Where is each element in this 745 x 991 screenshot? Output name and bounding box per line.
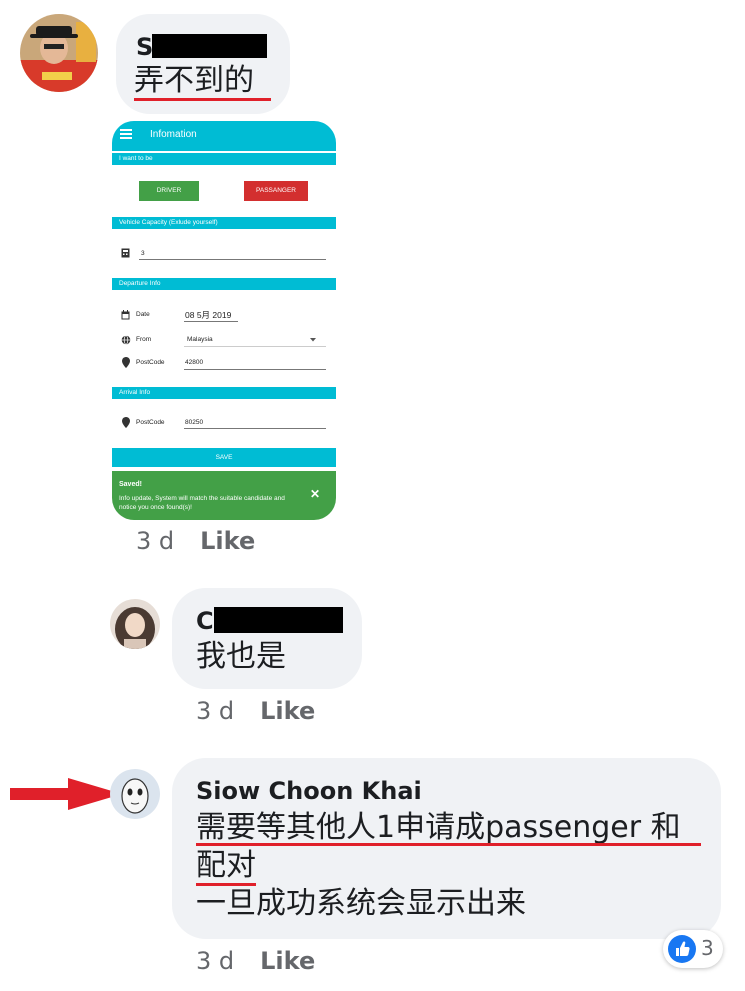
like-link[interactable]: Like — [260, 947, 315, 975]
red-underline — [134, 98, 271, 101]
like-link[interactable]: Like — [200, 527, 255, 555]
red-underline — [196, 843, 701, 846]
reaction-badge[interactable]: 3 — [663, 930, 723, 968]
comment-author[interactable]: Siow Choon Khai — [196, 776, 422, 806]
avatar-image — [110, 769, 160, 819]
comment-author[interactable]: S — [136, 32, 153, 62]
section-header-departure: Departure Info — [112, 278, 336, 290]
avatar-image — [20, 14, 98, 92]
close-icon: ✕ — [309, 487, 320, 501]
avatar[interactable] — [110, 599, 160, 649]
attached-screenshot[interactable]: Infomation I want to be DRIVER PASSANGER… — [112, 121, 336, 520]
passenger-button: PASSANGER — [244, 181, 308, 201]
section-header-arrival: Arrival Info — [112, 387, 336, 399]
like-link[interactable]: Like — [260, 697, 315, 725]
postcode-label: PostCode — [136, 359, 165, 366]
reaction-count: 3 — [701, 936, 714, 960]
date-value: 08 5月 2019 — [185, 310, 232, 320]
arrival-postcode-value: 80250 — [185, 419, 204, 426]
departure-postcode-value: 42800 — [185, 359, 204, 366]
driver-button: DRIVER — [139, 181, 199, 201]
avatar-image — [110, 599, 160, 649]
app-bar: Infomation — [112, 121, 336, 151]
comment-time[interactable]: 3 d — [196, 947, 234, 975]
snackbar-title: Saved! — [119, 481, 142, 488]
section-header-role: I want to be — [112, 153, 336, 165]
red-arrow-annotation — [10, 778, 122, 810]
location-pin-icon — [122, 417, 130, 428]
postcode-label: PostCode — [136, 419, 165, 426]
snackbar-message: Info update, System will match the suita… — [119, 495, 285, 511]
redaction-box — [214, 607, 343, 633]
input-underline — [184, 428, 326, 429]
comment-time[interactable]: 3 d — [196, 697, 234, 725]
menu-icon — [120, 129, 132, 139]
comment-text-line: 一旦成功系统会显示出来 — [196, 886, 526, 921]
comment-author[interactable]: C — [196, 606, 214, 636]
comment-text: 我也是 — [196, 639, 286, 674]
app-title: Infomation — [150, 129, 197, 140]
dropdown-arrow-icon — [310, 338, 316, 342]
date-label: Date — [136, 311, 150, 318]
redaction-box — [152, 34, 267, 58]
calendar-icon — [121, 310, 130, 320]
save-button: SAVE — [112, 448, 336, 467]
comment-text-line: 需要等其他人1申请成passenger 和 — [196, 810, 681, 845]
input-underline — [184, 321, 238, 322]
from-value: Malaysia — [187, 336, 213, 343]
comment-meta: 3 d Like — [196, 947, 315, 975]
capacity-value: 3 — [141, 250, 145, 257]
comment-meta: 3 d Like — [196, 697, 315, 725]
avatar[interactable] — [20, 14, 98, 92]
from-label: From — [136, 336, 152, 343]
input-underline — [184, 369, 326, 370]
avatar[interactable] — [110, 769, 160, 819]
input-underline — [139, 259, 326, 260]
comment-text: 弄不到的 — [134, 63, 254, 98]
comment-meta: 3 d Like — [136, 527, 255, 555]
comment-text-line: 配对 — [196, 848, 256, 883]
location-pin-icon — [122, 357, 130, 368]
comment-time[interactable]: 3 d — [136, 527, 174, 555]
section-header-capacity: Vehicle Capacity (Exlude yourself) — [112, 217, 336, 229]
saved-snackbar: Saved! Info update, System will match th… — [112, 471, 336, 520]
globe-icon — [121, 335, 131, 345]
like-reaction-icon — [668, 935, 696, 963]
input-underline — [184, 346, 326, 347]
calculator-icon — [121, 248, 130, 258]
